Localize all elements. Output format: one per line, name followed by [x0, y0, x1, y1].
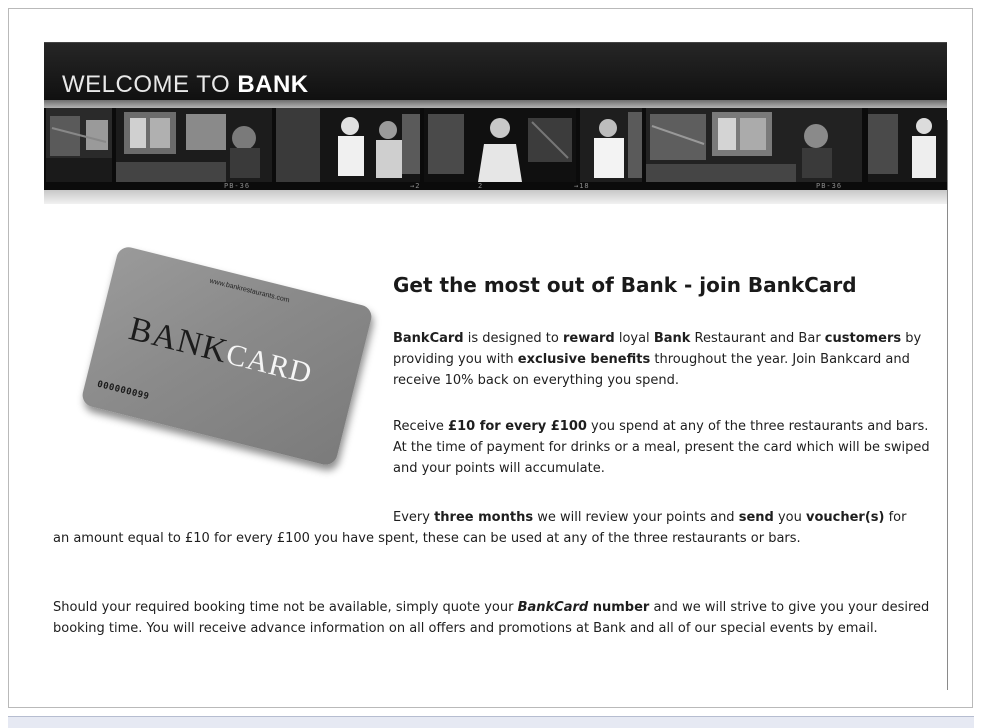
- card-url: www.bankrestaurants.com: [208, 277, 291, 305]
- bankcard-card: www.bankrestaurants.com BANKCARD 0000000…: [80, 244, 374, 468]
- film-frame-number: →2: [410, 182, 421, 190]
- site-title-bold: BANK: [237, 71, 309, 98]
- film-frame-number: PB-36: [816, 182, 843, 190]
- text-bold: send: [738, 510, 774, 525]
- text-bold: Bank: [653, 331, 691, 346]
- text: you: [773, 510, 806, 525]
- text-bold: customers: [824, 331, 902, 346]
- card-brand-logo: BANKCARD: [125, 310, 316, 392]
- film-strip-bottom-bar: [44, 190, 947, 204]
- card-brand-left: BANK: [125, 310, 232, 371]
- text: Should your required booking time not be…: [53, 600, 518, 615]
- film-frame-number: →18: [574, 182, 590, 190]
- text-bold: three months: [434, 510, 534, 525]
- photo-frame: [116, 108, 272, 182]
- text-bold-italic: BankCard: [518, 600, 589, 615]
- text: loyal: [614, 331, 654, 346]
- text-bold: voucher(s): [805, 510, 885, 525]
- text-bold: number: [588, 600, 650, 615]
- booking-paragraph: Should your required booking time not be…: [53, 597, 933, 639]
- photo-frame: [424, 108, 576, 182]
- text-bold: £10 for every £100: [448, 419, 587, 434]
- text: Receive: [393, 419, 449, 434]
- text: Restaurant and Bar: [690, 331, 825, 346]
- window-bottom-bar: [8, 716, 974, 728]
- text: for: [884, 510, 907, 525]
- points-paragraph: Receive £10 for every £100 you spend at …: [393, 416, 938, 479]
- voucher-paragraph-line-2: an amount equal to £10 for every £100 yo…: [53, 531, 801, 546]
- voucher-paragraph-line-1: Every three months we will review your p…: [393, 507, 943, 528]
- photo-film-strip: PB-36 →2 2 →18 PB-36: [44, 108, 947, 190]
- header-banner: WELCOME TO BANK: [44, 42, 947, 101]
- card-number: 000000099: [96, 379, 151, 403]
- photo-frame: [580, 108, 642, 182]
- text: is designed to: [463, 331, 563, 346]
- text-bold: reward: [562, 331, 615, 346]
- site-title: WELCOME TO BANK: [62, 73, 309, 97]
- text-bold: exclusive benefits: [517, 352, 651, 367]
- photo-frame: [276, 108, 420, 182]
- text: Every: [393, 510, 435, 525]
- text-bold: BankCard: [393, 331, 464, 346]
- photo-frame: [868, 108, 947, 182]
- photo-frame: [646, 108, 862, 182]
- header-separator: [44, 100, 947, 108]
- page-heading: Get the most out of Bank - join BankCard: [393, 273, 857, 297]
- photo-frame: [46, 108, 112, 182]
- text: we will review your points and: [533, 510, 739, 525]
- text-italic: BankCard: [517, 600, 589, 615]
- film-frame-number: PB-36: [224, 182, 251, 190]
- content-right-rule: [947, 120, 948, 690]
- film-frame-number: 2: [478, 182, 484, 190]
- card-brand-right: CARD: [222, 337, 316, 391]
- bankcard-image: www.bankrestaurants.com BANKCARD 0000000…: [80, 244, 374, 468]
- intro-paragraph: BankCard is designed to reward loyal Ban…: [393, 328, 938, 391]
- site-title-prefix: WELCOME TO: [62, 71, 238, 98]
